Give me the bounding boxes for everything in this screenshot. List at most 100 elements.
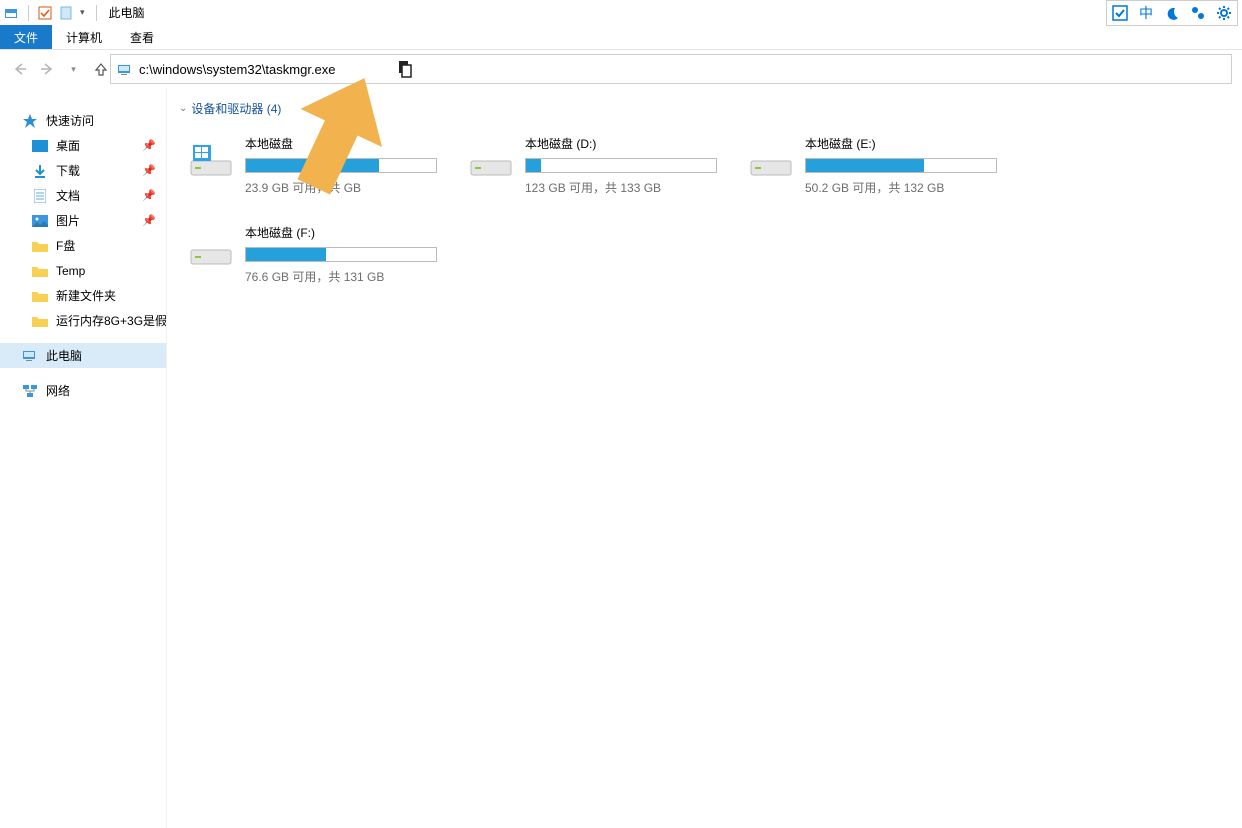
desktop-icon (32, 138, 48, 154)
tab-view[interactable]: 查看 (116, 25, 168, 49)
sidebar-this-pc[interactable]: 此电脑 (0, 343, 166, 368)
pc-icon (22, 348, 38, 364)
sidebar-item-label: 文档 (56, 187, 80, 204)
star-icon (22, 113, 38, 129)
sidebar-item-label: 图片 (56, 212, 80, 229)
sidebar-item-newfolder[interactable]: 新建文件夹 (0, 283, 166, 308)
drive-stats: 23.9 GB 可用，共 GB (245, 179, 437, 196)
sidebar-quick-access[interactable]: 快速访问 (0, 108, 166, 133)
sidebar-item-temp[interactable]: Temp (0, 258, 166, 283)
sidebar: 快速访问 桌面 📌 下载 📌 文档 📌 图片 📌 F盘 Temp (0, 88, 167, 828)
sidebar-item-desktop[interactable]: 桌面 📌 (0, 133, 166, 158)
folder-icon (32, 288, 48, 304)
drive-icon (187, 232, 235, 268)
ime-settings-icon[interactable] (1211, 1, 1237, 25)
main: 快速访问 桌面 📌 下载 📌 文档 📌 图片 📌 F盘 Temp (0, 88, 1242, 828)
chevron-down-icon: ⌄ (179, 103, 187, 114)
drive-bar-fill (246, 248, 326, 261)
app-icon[interactable] (4, 5, 20, 21)
download-icon (32, 163, 48, 179)
history-dropdown[interactable]: ▾ (64, 59, 83, 79)
drive-bar-fill (806, 159, 924, 172)
sidebar-item-label: 下载 (56, 162, 80, 179)
pin-icon: 📌 (142, 164, 156, 177)
folder-icon (32, 238, 48, 254)
drive-info: 本地磁盘 23.9 GB 可用，共 GB (245, 135, 437, 196)
drive-stats: 123 GB 可用，共 133 GB (525, 179, 717, 196)
drive-info: 本地磁盘 (F:) 76.6 GB 可用，共 131 GB (245, 224, 437, 285)
ime-keys-icon[interactable] (1185, 1, 1211, 25)
sidebar-item-label: 新建文件夹 (56, 287, 116, 304)
up-button[interactable] (91, 59, 110, 79)
drive-c[interactable]: 本地磁盘 23.9 GB 可用，共 GB (187, 135, 437, 196)
drive-e[interactable]: 本地磁盘 (E:) 50.2 GB 可用，共 132 GB (747, 135, 997, 196)
pictures-icon (32, 213, 48, 229)
ime-moon-icon[interactable] (1159, 1, 1185, 25)
ribbon-tabs: 文件 计算机 查看 (0, 25, 1242, 50)
drive-d[interactable]: 本地磁盘 (D:) 123 GB 可用，共 133 GB (467, 135, 717, 196)
sidebar-item-ram[interactable]: 运行内存8G+3G是假 (0, 308, 166, 333)
qat-properties-icon[interactable] (37, 5, 53, 21)
drive-name: 本地磁盘 (D:) (525, 135, 717, 152)
drives-section-header[interactable]: ⌄ 设备和驱动器 (4) (175, 98, 285, 119)
sidebar-item-label: F盘 (56, 237, 75, 254)
drive-info: 本地磁盘 (D:) 123 GB 可用，共 133 GB (525, 135, 717, 196)
pin-icon: 📌 (142, 189, 156, 202)
sidebar-this-pc-label: 此电脑 (46, 347, 82, 364)
drive-icon (467, 143, 515, 179)
address-text: c:\windows\system32\taskmgr.exe (139, 62, 336, 77)
drive-name: 本地磁盘 (E:) (805, 135, 997, 152)
copy-path-button[interactable] (396, 60, 412, 78)
ime-lang-button[interactable]: 中 (1133, 1, 1159, 25)
tab-computer[interactable]: 计算机 (52, 25, 116, 49)
content-pane[interactable]: ⌄ 设备和驱动器 (4) 本地磁盘 23.9 GB 可用，共 GB (167, 88, 1242, 828)
forward-button[interactable] (37, 59, 56, 79)
sidebar-item-label: 桌面 (56, 137, 80, 154)
ime-toolbar: 中 (1106, 0, 1238, 26)
titlebar: ▾ 此电脑 中 (0, 0, 1242, 25)
sidebar-quick-access-label: 快速访问 (46, 112, 94, 129)
navbar: ▾ c:\windows\system32\taskmgr.exe (0, 50, 1242, 88)
folder-icon (32, 313, 48, 329)
drive-bar (525, 158, 717, 173)
pin-icon: 📌 (142, 214, 156, 227)
sidebar-item-label: 运行内存8G+3G是假 (56, 312, 167, 329)
drive-os-icon (187, 143, 235, 179)
drive-bar (805, 158, 997, 173)
drive-bar-fill (526, 159, 541, 172)
qat-customize-dropdown[interactable]: ▾ (77, 7, 88, 18)
drive-bar-fill (246, 159, 379, 172)
qat-newfolder-icon[interactable] (57, 5, 73, 21)
drives-grid: 本地磁盘 23.9 GB 可用，共 GB 本地磁盘 (D:) 123 GB 可用… (187, 135, 1234, 285)
drive-name: 本地磁盘 (F:) (245, 224, 437, 241)
tab-file[interactable]: 文件 (0, 25, 52, 49)
qat: ▾ 此电脑 (4, 4, 145, 21)
document-icon (32, 188, 48, 204)
sidebar-item-documents[interactable]: 文档 📌 (0, 183, 166, 208)
drive-bar (245, 247, 437, 262)
drive-name: 本地磁盘 (245, 135, 437, 152)
qat-divider (28, 5, 29, 21)
drive-f[interactable]: 本地磁盘 (F:) 76.6 GB 可用，共 131 GB (187, 224, 437, 285)
sidebar-item-label: Temp (56, 264, 85, 278)
sidebar-network-label: 网络 (46, 382, 70, 399)
sidebar-item-downloads[interactable]: 下载 📌 (0, 158, 166, 183)
drive-stats: 76.6 GB 可用，共 131 GB (245, 268, 437, 285)
drive-bar (245, 158, 437, 173)
address-bar[interactable]: c:\windows\system32\taskmgr.exe (110, 54, 1232, 84)
drive-icon (747, 143, 795, 179)
sidebar-item-fdisk[interactable]: F盘 (0, 233, 166, 258)
back-button[interactable] (10, 59, 29, 79)
drive-info: 本地磁盘 (E:) 50.2 GB 可用，共 132 GB (805, 135, 997, 196)
window-title: 此电脑 (109, 4, 145, 21)
drives-section-label: 设备和驱动器 (4) (191, 100, 281, 117)
drive-stats: 50.2 GB 可用，共 132 GB (805, 179, 997, 196)
pin-icon: 📌 (142, 139, 156, 152)
sidebar-item-pictures[interactable]: 图片 📌 (0, 208, 166, 233)
address-pc-icon (117, 61, 133, 77)
qat-divider-2 (96, 5, 97, 21)
ime-check-icon[interactable] (1107, 1, 1133, 25)
sidebar-network[interactable]: 网络 (0, 378, 166, 403)
nav-arrows: ▾ (10, 59, 110, 79)
folder-icon (32, 263, 48, 279)
